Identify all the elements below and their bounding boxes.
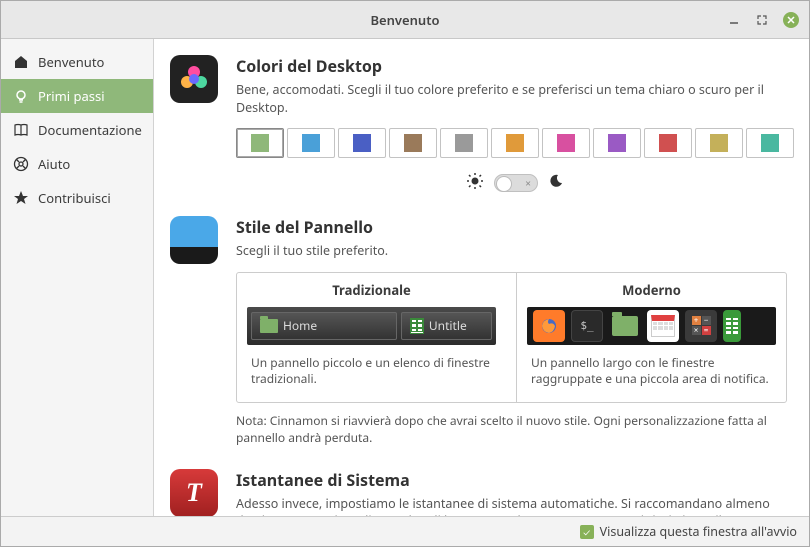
preview-label: Home	[283, 317, 317, 334]
moon-icon	[548, 173, 564, 193]
color-selector-row	[236, 128, 794, 158]
calculator-icon: +−×=	[685, 310, 717, 342]
color-swatch	[608, 134, 626, 152]
section-desc: Bene, accomodati. Scegli il tuo colore p…	[236, 81, 794, 116]
sidebar: Benvenuto Primi passi Documentazione Aiu…	[1, 39, 154, 516]
color-option[interactable]	[389, 128, 437, 158]
welcome-window: Benvenuto Benvenuto Primi passi Document…	[0, 0, 810, 547]
section-panel-style: Stile del Pannello Scegli il tuo stile p…	[170, 216, 787, 447]
sidebar-item-label: Primi passi	[38, 87, 105, 105]
section-desktop-colors: Colori del Desktop Bene, accomodati. Sce…	[170, 55, 787, 194]
titlebar: Benvenuto	[1, 1, 809, 39]
panel-style-desc: Un pannello piccolo e un elenco di fines…	[237, 345, 506, 403]
panel-style-modern[interactable]: Moderno $_ +−×= Un pannello largo con le…	[516, 273, 786, 403]
help-icon	[13, 156, 29, 172]
section-desc: Adesso invece, impostiamo le istantanee …	[236, 495, 787, 516]
sidebar-item-label: Documentazione	[38, 121, 142, 139]
home-icon	[13, 54, 29, 70]
color-option[interactable]	[593, 128, 641, 158]
sidebar-item-label: Contribuisci	[38, 189, 111, 207]
star-icon	[13, 190, 29, 206]
color-swatch	[710, 134, 728, 152]
folder-icon	[609, 310, 641, 342]
footer: ✓ Visualizza questa finestra all'avvio	[1, 516, 809, 546]
panel-app-icon	[170, 216, 218, 264]
color-swatch	[251, 134, 269, 152]
panel-style-desc: Un pannello largo con le finestre raggru…	[517, 345, 786, 403]
color-swatch	[557, 134, 575, 152]
panel-preview-modern: $_ +−×=	[527, 307, 776, 345]
panel-preview-traditional: Home Untitle	[247, 307, 496, 345]
dark-mode-switch[interactable]: ×	[494, 174, 538, 192]
color-option[interactable]	[236, 128, 284, 158]
window-controls	[727, 12, 799, 28]
color-swatch	[353, 134, 371, 152]
color-option[interactable]	[542, 128, 590, 158]
color-option[interactable]	[746, 128, 794, 158]
color-option[interactable]	[440, 128, 488, 158]
minimize-button[interactable]	[727, 13, 741, 27]
sidebar-item-contribute[interactable]: Contribuisci	[1, 181, 153, 215]
show-on-startup-label: Visualizza questa finestra all'avvio	[600, 523, 797, 540]
color-option[interactable]	[644, 128, 692, 158]
sidebar-item-welcome[interactable]: Benvenuto	[1, 45, 153, 79]
color-option[interactable]	[338, 128, 386, 158]
color-option[interactable]	[491, 128, 539, 158]
panel-style-traditional[interactable]: Tradizionale Home Untitle	[237, 273, 506, 403]
preview-label: Untitle	[429, 317, 467, 334]
firefox-icon	[533, 310, 565, 342]
spreadsheet-icon	[723, 310, 741, 342]
theme-toggle-row: ×	[236, 172, 794, 194]
sidebar-item-help[interactable]: Aiuto	[1, 147, 153, 181]
calendar-icon	[647, 310, 679, 342]
sidebar-item-documentation[interactable]: Documentazione	[1, 113, 153, 147]
color-swatch	[404, 134, 422, 152]
color-option[interactable]	[287, 128, 335, 158]
close-button[interactable]	[783, 12, 799, 28]
maximize-button[interactable]	[755, 13, 769, 27]
color-swatch	[302, 134, 320, 152]
color-swatch	[506, 134, 524, 152]
sun-icon	[466, 172, 484, 194]
section-snapshots: T Istantanee di Sistema Adesso invece, i…	[170, 469, 787, 516]
panel-style-header: Tradizionale	[237, 273, 506, 307]
sidebar-item-label: Benvenuto	[38, 53, 104, 71]
folder-icon	[260, 319, 278, 333]
terminal-icon: $_	[571, 310, 603, 342]
panel-style-header: Moderno	[517, 273, 786, 307]
color-swatch	[761, 134, 779, 152]
section-title: Stile del Pannello	[236, 216, 787, 238]
colors-app-icon	[170, 55, 218, 103]
color-option[interactable]	[695, 128, 743, 158]
content-area[interactable]: Colori del Desktop Bene, accomodati. Sce…	[154, 39, 809, 516]
book-icon	[13, 122, 29, 138]
panel-style-note: Nota: Cinnamon si riavvierà dopo che avr…	[236, 413, 787, 447]
show-on-startup-checkbox[interactable]: ✓	[580, 525, 594, 539]
sidebar-item-label: Aiuto	[38, 155, 70, 173]
color-swatch	[659, 134, 677, 152]
panel-style-chooser: Tradizionale Home Untitle	[236, 272, 787, 404]
timeshift-app-icon: T	[170, 469, 218, 516]
spreadsheet-icon	[410, 318, 424, 334]
bulb-icon	[13, 88, 29, 104]
window-body: Benvenuto Primi passi Documentazione Aiu…	[1, 39, 809, 516]
window-title: Benvenuto	[370, 11, 439, 29]
color-swatch	[455, 134, 473, 152]
section-title: Istantanee di Sistema	[236, 469, 787, 491]
sidebar-item-first-steps[interactable]: Primi passi	[1, 79, 153, 113]
section-title: Colori del Desktop	[236, 55, 794, 77]
section-desc: Scegli il tuo stile preferito.	[236, 242, 787, 260]
